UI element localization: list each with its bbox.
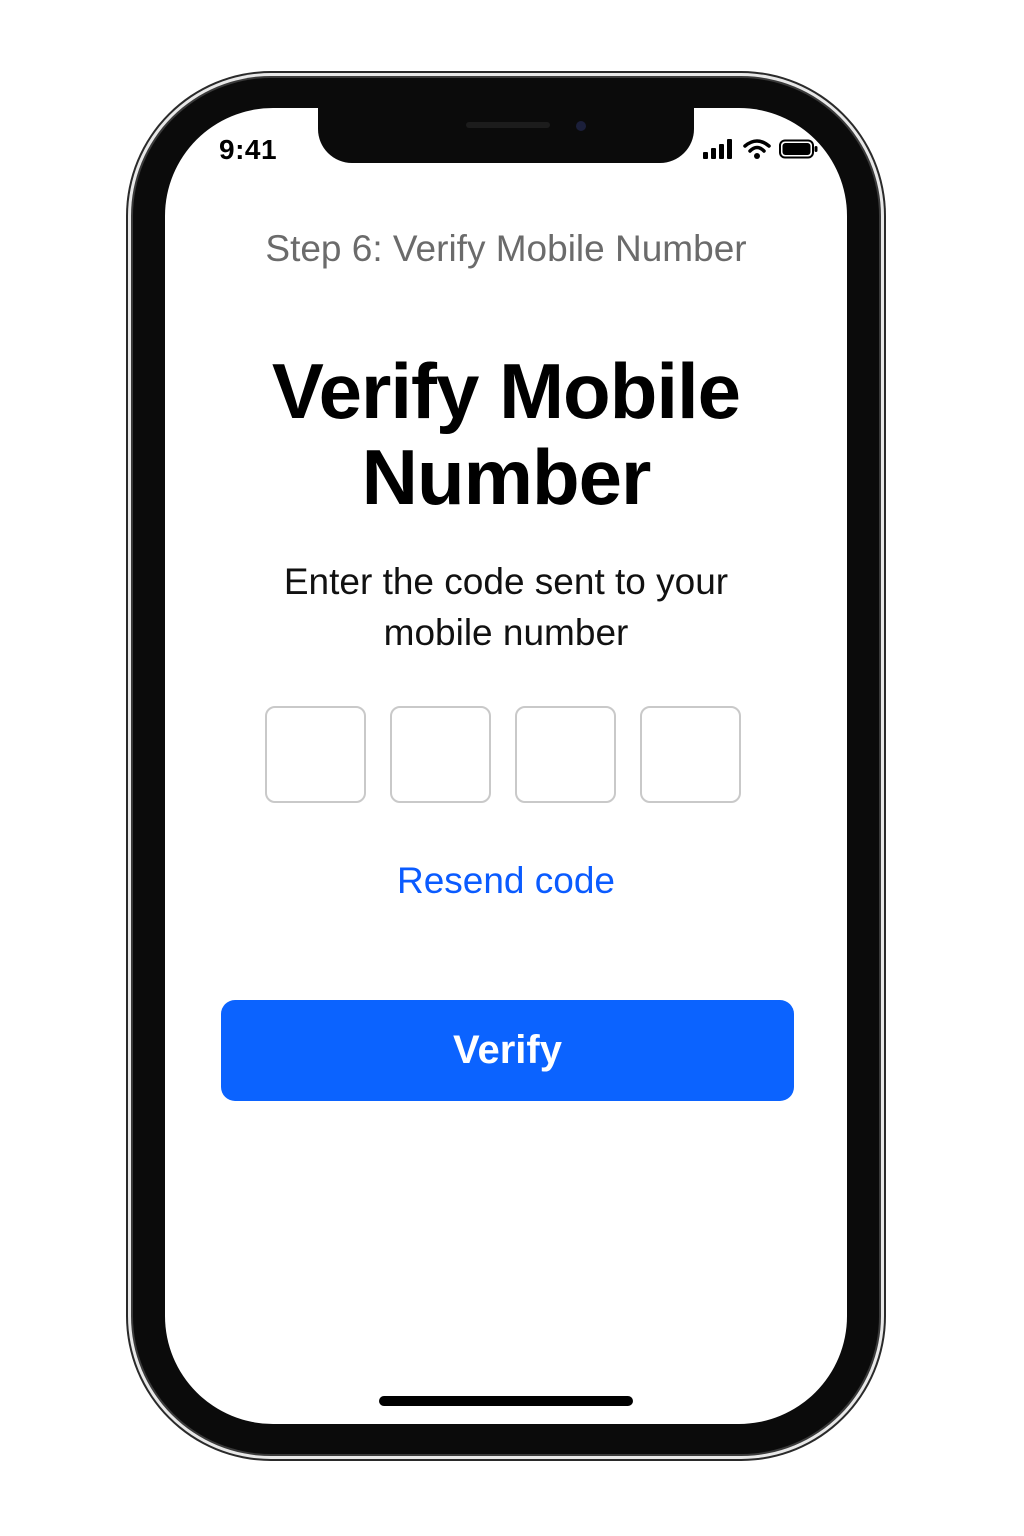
code-digit-3-input[interactable]	[515, 706, 616, 803]
phone-screen: 9:41 Step 6: Verify Mobile Number Verify…	[165, 108, 847, 1424]
cellular-signal-icon	[703, 139, 732, 159]
home-indicator[interactable]	[379, 1396, 633, 1406]
front-camera-icon	[576, 121, 586, 131]
code-digit-2-input[interactable]	[390, 706, 491, 803]
resend-code-link[interactable]: Resend code	[165, 860, 847, 902]
page: 9:41 Step 6: Verify Mobile Number Verify…	[0, 0, 1024, 1536]
notch	[318, 108, 694, 163]
speaker-grille	[466, 122, 550, 128]
page-title: Verify Mobile Number	[271, 347, 741, 521]
code-digit-1-input[interactable]	[265, 706, 366, 803]
instruction-text: Enter the code sent to your mobile numbe…	[283, 561, 729, 653]
code-digit-4-input[interactable]	[640, 706, 741, 803]
status-time: 9:41	[219, 134, 278, 165]
battery-icon	[779, 139, 818, 159]
step-label: Step 6: Verify Mobile Number	[265, 228, 747, 269]
verify-button[interactable]: Verify	[221, 1000, 794, 1101]
verification-code-inputs	[265, 706, 741, 803]
status-icons	[703, 138, 819, 160]
wifi-icon	[743, 139, 771, 159]
